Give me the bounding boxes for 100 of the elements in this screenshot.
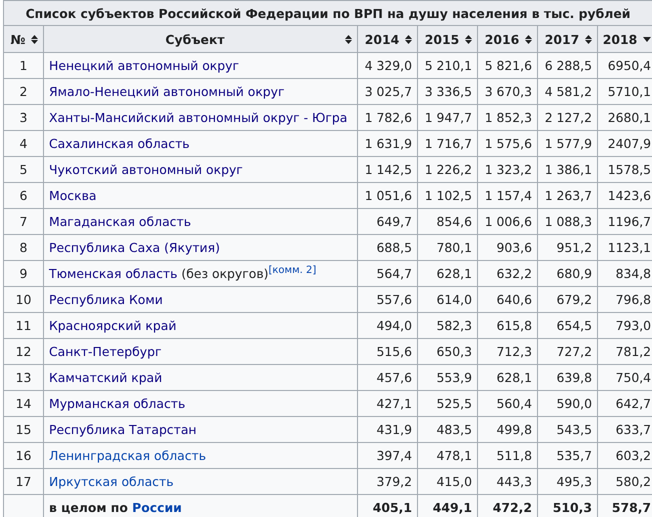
rank-cell: 9 xyxy=(4,260,44,286)
value-cell: 5 821,6 xyxy=(478,52,538,78)
value-cell: 642,7 xyxy=(598,390,652,416)
sort-icon[interactable] xyxy=(465,34,472,44)
rank-cell: 15 xyxy=(4,416,44,442)
value-cell: 1 142,5 xyxy=(358,156,418,182)
region-link[interactable]: Магаданская область xyxy=(49,214,191,229)
value-cell: 727,2 xyxy=(538,338,598,364)
region-link[interactable]: Москва xyxy=(49,188,96,203)
sort-icon[interactable] xyxy=(31,34,38,44)
value-cell: 3 670,3 xyxy=(478,78,538,104)
column-header[interactable]: 2014 xyxy=(358,26,418,52)
region-link[interactable]: Ханты-Мансийский автономный округ - Югра xyxy=(49,110,348,125)
sort-icon[interactable] xyxy=(405,34,412,44)
rank-cell: 12 xyxy=(4,338,44,364)
sort-icon[interactable] xyxy=(585,34,592,44)
sort-icon[interactable] xyxy=(345,34,352,44)
value-cell: 494,0 xyxy=(358,312,418,338)
rank-cell: 11 xyxy=(4,312,44,338)
value-cell: 1 157,4 xyxy=(478,182,538,208)
value-cell: 1 947,7 xyxy=(418,104,478,130)
value-cell: 515,6 xyxy=(358,338,418,364)
value-cell: 688,5 xyxy=(358,234,418,260)
value-cell: 1423,6 xyxy=(598,182,652,208)
value-cell: 499,8 xyxy=(478,416,538,442)
value-cell: 834,8 xyxy=(598,260,652,286)
value-cell: 553,9 xyxy=(418,364,478,390)
rank-cell: 8 xyxy=(4,234,44,260)
total-label: в целом по xyxy=(49,500,129,515)
column-header[interactable]: 2018 xyxy=(598,26,652,52)
region-link[interactable]: Сахалинская область xyxy=(49,136,190,151)
value-cell: 525,5 xyxy=(418,390,478,416)
region-link[interactable]: Республика Татарстан xyxy=(49,422,197,437)
region-link[interactable]: Санкт-Петербург xyxy=(49,344,162,359)
rank-cell: 4 xyxy=(4,130,44,156)
region-link[interactable]: Ненецкий автономный округ xyxy=(49,58,239,73)
region-link[interactable]: Чукотский автономный округ xyxy=(49,162,243,177)
value-cell: 543,5 xyxy=(538,416,598,442)
value-cell: 1578,5 xyxy=(598,156,652,182)
column-header[interactable]: Субъект xyxy=(44,26,358,52)
sort-icon[interactable] xyxy=(525,34,532,44)
rank-cell: 14 xyxy=(4,390,44,416)
region-link[interactable]: Тюменская область xyxy=(49,266,178,281)
region-link[interactable]: Иркутская область xyxy=(49,474,174,489)
region-link[interactable]: Республика Коми xyxy=(49,292,163,307)
value-cell: 557,6 xyxy=(358,286,418,312)
value-cell: 415,0 xyxy=(418,468,478,494)
rank-cell: 10 xyxy=(4,286,44,312)
region-link[interactable]: Мурманская область xyxy=(49,396,186,411)
comment-link[interactable]: [комм. 2] xyxy=(268,265,316,276)
value-cell: 5710,1 xyxy=(598,78,652,104)
rank-cell: 5 xyxy=(4,156,44,182)
rank-cell: 17 xyxy=(4,468,44,494)
value-cell: 780,1 xyxy=(418,234,478,260)
total-value-cell: 472,2 xyxy=(478,494,538,517)
value-cell: 796,8 xyxy=(598,286,652,312)
country-link[interactable]: России xyxy=(132,500,182,515)
value-cell: 650,3 xyxy=(418,338,478,364)
column-header[interactable]: 2016 xyxy=(478,26,538,52)
value-cell: 1 263,7 xyxy=(538,182,598,208)
region-link[interactable]: Республика Саха (Якутия) xyxy=(49,240,220,255)
value-cell: 1 102,5 xyxy=(418,182,478,208)
column-header[interactable]: 2017 xyxy=(538,26,598,52)
value-cell: 628,1 xyxy=(478,364,538,390)
total-value-cell: 578,7 xyxy=(598,494,652,517)
value-cell: 564,7 xyxy=(358,260,418,286)
sort-descending-icon[interactable] xyxy=(643,36,652,42)
rank-cell: 1 xyxy=(4,52,44,78)
value-cell: 1123,1 xyxy=(598,234,652,260)
region-link[interactable]: Камчатский край xyxy=(49,370,162,385)
value-cell: 495,3 xyxy=(538,468,598,494)
value-cell: 560,4 xyxy=(478,390,538,416)
value-cell: 2680,1 xyxy=(598,104,652,130)
value-cell: 379,2 xyxy=(358,468,418,494)
column-header[interactable]: 2015 xyxy=(418,26,478,52)
region-link[interactable]: Красноярский край xyxy=(49,318,176,333)
rank-cell: 13 xyxy=(4,364,44,390)
value-cell: 580,2 xyxy=(598,468,652,494)
value-cell: 478,1 xyxy=(418,442,478,468)
value-cell: 590,0 xyxy=(538,390,598,416)
value-cell: 951,2 xyxy=(538,234,598,260)
value-cell: 639,8 xyxy=(538,364,598,390)
value-cell: 680,9 xyxy=(538,260,598,286)
value-cell: 640,6 xyxy=(478,286,538,312)
value-cell: 793,0 xyxy=(598,312,652,338)
value-cell: 5 210,1 xyxy=(418,52,478,78)
rank-cell: 7 xyxy=(4,208,44,234)
value-cell: 712,3 xyxy=(478,338,538,364)
value-cell: 1196,7 xyxy=(598,208,652,234)
value-cell: 582,3 xyxy=(418,312,478,338)
column-header[interactable]: № xyxy=(4,26,44,52)
region-note-text: (без округов) xyxy=(180,266,268,281)
value-cell: 654,5 xyxy=(538,312,598,338)
value-cell: 1 577,9 xyxy=(538,130,598,156)
region-link[interactable]: Ленинградская область xyxy=(49,448,206,463)
value-cell: 2407,9 xyxy=(598,130,652,156)
total-value-cell: 449,1 xyxy=(418,494,478,517)
value-cell: 1 323,2 xyxy=(478,156,538,182)
table-title: Список субъектов Российской Федерации по ВРП на душу населения в тыс. рублей xyxy=(4,0,652,26)
region-link[interactable]: Ямало-Ненецкий автономный округ xyxy=(49,84,285,99)
